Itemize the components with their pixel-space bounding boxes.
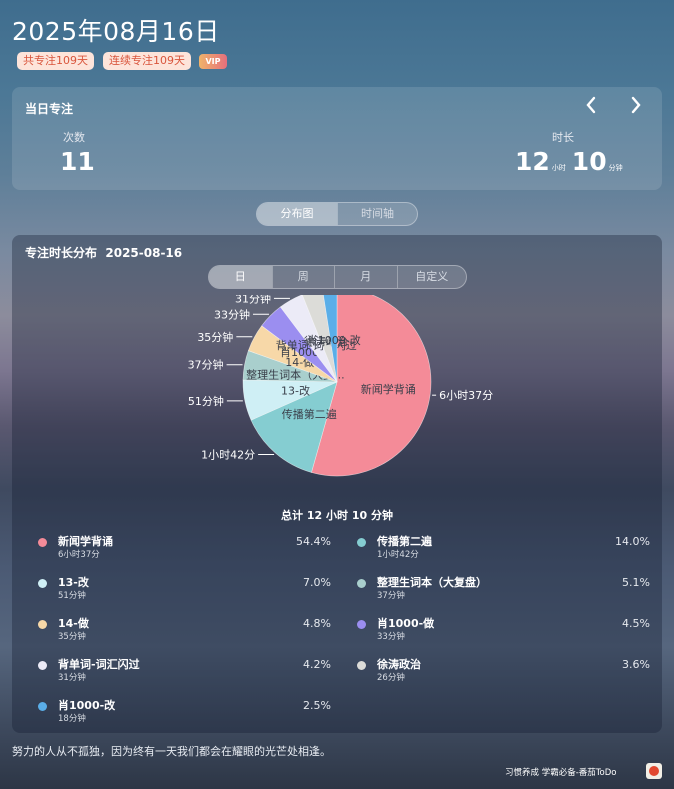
legend-name: 肖1000-做	[377, 617, 435, 630]
legend-color-dot	[357, 620, 366, 629]
legend-duration: 18分钟	[58, 714, 86, 724]
legend-name: 肖1000-改	[58, 699, 116, 712]
legend-name: 新闻学背诵	[58, 535, 113, 548]
tab-distribution[interactable]: 分布图	[257, 203, 337, 225]
legend-duration: 51分钟	[58, 591, 86, 601]
daily-focus-card: 当日专注 次数 11 时长 12 小时 10 分钟	[12, 87, 662, 190]
legend-item[interactable]: 14-做 35分钟 4.8%	[38, 615, 333, 651]
legend-percent: 4.8%	[303, 617, 331, 630]
legend-color-dot	[38, 538, 47, 547]
legend-color-dot	[357, 661, 366, 670]
legend-name: 整理生词本（大复盘）	[377, 576, 487, 589]
minutes-unit: 分钟	[608, 164, 623, 172]
legend-name: 传播第二遍	[377, 535, 432, 548]
hours-value: 12	[515, 147, 550, 176]
footer-quote: 努力的人从不孤独，因为终有一天我们都会在耀眼的光芒处相逢。	[12, 745, 331, 758]
total-days-badge: 共专注109天	[17, 52, 94, 70]
legend-item[interactable]: 徐涛政治 26分钟 3.6%	[357, 656, 652, 692]
distribution-card: 专注时长分布 2025-08-16 日 周 月 自定义 新闻学背诵 6小时37分传…	[12, 235, 662, 733]
tab-timeline[interactable]: 时间轴	[337, 203, 417, 225]
legend-item[interactable]: 肖1000-改 18分钟 2.5%	[38, 697, 333, 733]
chevron-left-icon[interactable]	[584, 95, 598, 120]
daily-focus-title: 当日专注	[25, 102, 74, 116]
legend-color-dot	[38, 579, 47, 588]
legend-color-dot	[38, 620, 47, 629]
legend-duration: 26分钟	[377, 673, 405, 683]
legend: 新闻学背诵 6小时37分 54.4% 传播第二遍 1小时42分 14.0% 13-改 51分钟…	[12, 235, 662, 733]
legend-name: 14-做	[58, 617, 89, 630]
legend-item[interactable]: 新闻学背诵 6小时37分 54.4%	[38, 533, 333, 569]
legend-color-dot	[357, 538, 366, 547]
legend-item[interactable]: 传播第二遍 1小时42分 14.0%	[357, 533, 652, 569]
legend-item[interactable]: 13-改 51分钟 7.0%	[38, 574, 333, 610]
duration-value: 12 小时 10 分钟	[515, 147, 623, 176]
legend-item[interactable]: 背单词-词汇闪过 31分钟 4.2%	[38, 656, 333, 692]
chevron-right-icon[interactable]	[629, 95, 643, 120]
hours-unit: 小时	[551, 164, 566, 172]
duration-label: 时长	[552, 131, 574, 144]
legend-duration: 1小时42分	[377, 550, 419, 560]
legend-percent: 7.0%	[303, 576, 331, 589]
legend-duration: 35分钟	[58, 632, 86, 642]
legend-name: 背单词-词汇闪过	[58, 658, 140, 671]
legend-color-dot	[357, 579, 366, 588]
view-toggle: 分布图 时间轴	[256, 202, 418, 226]
footer-brand: 习惯养成 学霸必备-番茄ToDo	[505, 768, 617, 778]
legend-name: 13-改	[58, 576, 89, 589]
legend-percent: 54.4%	[296, 535, 331, 548]
legend-duration: 31分钟	[58, 673, 86, 683]
count-value: 11	[60, 147, 95, 176]
legend-percent: 14.0%	[615, 535, 650, 548]
legend-duration: 33分钟	[377, 632, 405, 642]
legend-item[interactable]: 整理生词本（大复盘） 37分钟 5.1%	[357, 574, 652, 610]
legend-item[interactable]: 肖1000-做 33分钟 4.5%	[357, 615, 652, 651]
legend-color-dot	[38, 661, 47, 670]
legend-percent: 4.2%	[303, 658, 331, 671]
page-title: 2025年08月16日	[12, 17, 220, 46]
legend-name: 徐涛政治	[377, 658, 421, 671]
legend-percent: 4.5%	[622, 617, 650, 630]
minutes-value: 10	[571, 147, 607, 176]
streak-badge: 连续专注109天	[103, 52, 191, 70]
legend-duration: 37分钟	[377, 591, 405, 601]
legend-duration: 6小时37分	[58, 550, 100, 560]
legend-percent: 3.6%	[622, 658, 650, 671]
legend-percent: 2.5%	[303, 699, 331, 712]
legend-percent: 5.1%	[622, 576, 650, 589]
tomato-logo-icon	[646, 763, 662, 779]
count-label: 次数	[63, 131, 85, 144]
vip-badge[interactable]: VIP	[199, 54, 227, 69]
legend-color-dot	[38, 702, 47, 711]
